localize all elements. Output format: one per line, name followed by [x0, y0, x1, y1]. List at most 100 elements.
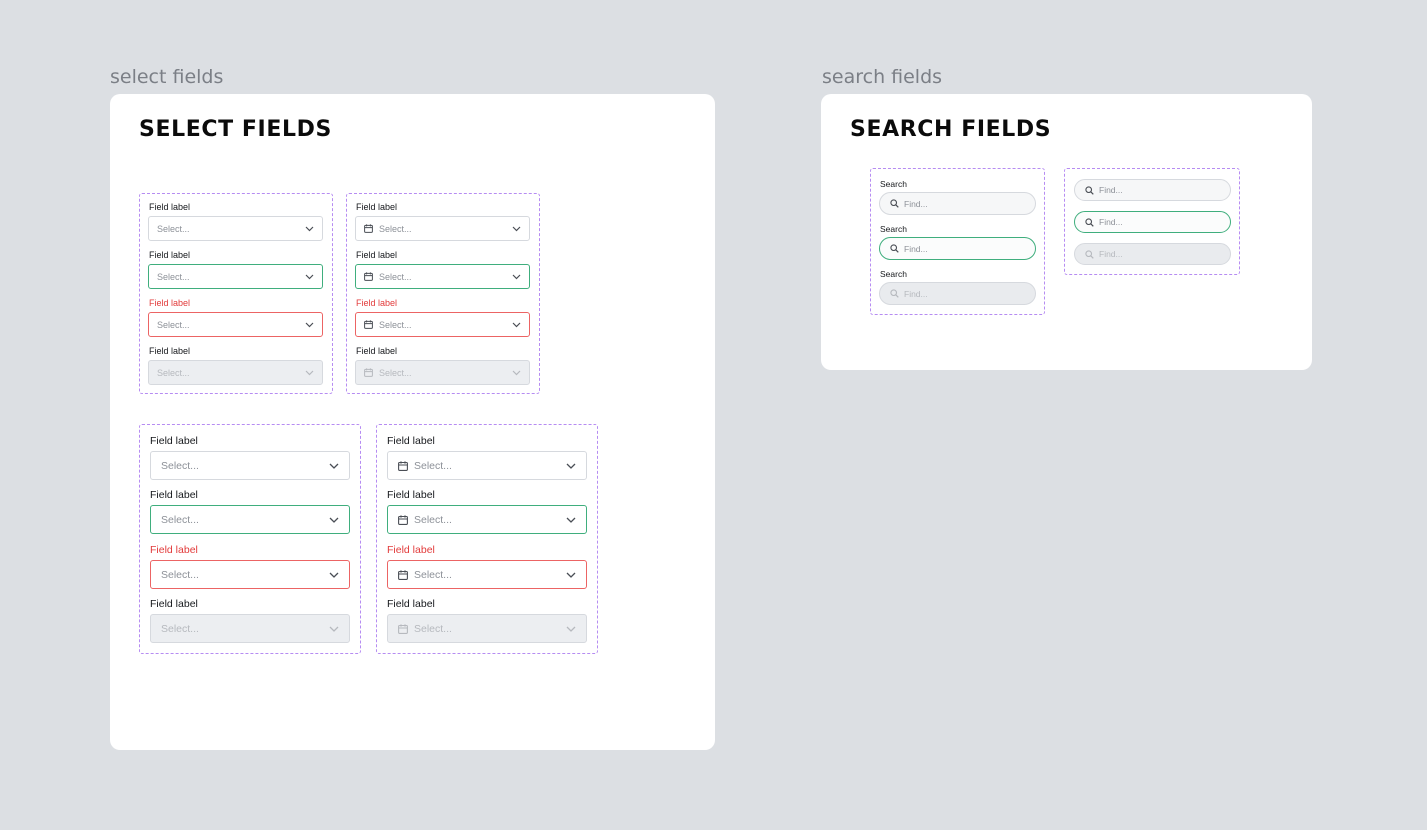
search-input-disabled: Find...: [1074, 243, 1231, 265]
field-label-error: Field label: [356, 298, 398, 308]
search-label: Search: [880, 269, 907, 279]
chevron-down-icon: [566, 626, 576, 632]
date-select-focused[interactable]: Select...: [355, 264, 530, 289]
select-disabled: Select...: [148, 360, 323, 385]
date-select-error[interactable]: Select...: [355, 312, 530, 337]
chevron-down-icon: [305, 274, 314, 280]
field-label: Field label: [356, 250, 398, 260]
calendar-icon: [398, 514, 408, 525]
card-title: SEARCH FIELDS: [850, 117, 1052, 142]
select-placeholder: Select...: [379, 271, 412, 282]
select-placeholder: Select...: [157, 319, 190, 330]
search-icon: [890, 244, 899, 253]
search-input-focused[interactable]: Find...: [879, 237, 1036, 260]
field-label-error: Field label: [149, 298, 191, 308]
date-select-default[interactable]: Select...: [387, 451, 587, 480]
select-placeholder: Select...: [414, 459, 452, 472]
search-placeholder: Find...: [1099, 249, 1123, 259]
calendar-icon: [364, 272, 373, 281]
chevron-down-icon: [329, 517, 339, 523]
field-label-error: Field label: [387, 544, 435, 556]
search-input-default[interactable]: Find...: [879, 192, 1036, 215]
search-fields-card: SEARCH FIELDS Search Find... Search Find…: [821, 94, 1312, 370]
date-select-focused[interactable]: Select...: [387, 505, 587, 534]
search-placeholder: Find...: [904, 288, 928, 299]
select-error[interactable]: Select...: [150, 560, 350, 589]
select-placeholder: Select...: [157, 223, 190, 234]
frame-label-search: search fields: [822, 66, 943, 88]
search-icon: [1085, 249, 1094, 259]
large-select-group-plain: Field label Select... Field label Select…: [139, 424, 361, 654]
select-error[interactable]: Select...: [148, 312, 323, 337]
field-label: Field label: [387, 598, 435, 610]
date-select-disabled: Select...: [387, 614, 587, 643]
large-select-group-date: Field label Select... Field label Select…: [376, 424, 598, 654]
search-placeholder: Find...: [904, 198, 928, 209]
search-placeholder: Find...: [1099, 217, 1123, 227]
chevron-down-icon: [329, 572, 339, 578]
search-label: Search: [880, 224, 907, 234]
chevron-down-icon: [566, 572, 576, 578]
search-placeholder: Find...: [1099, 185, 1123, 195]
select-placeholder: Select...: [379, 367, 412, 378]
select-placeholder: Select...: [379, 319, 412, 330]
search-placeholder: Find...: [904, 243, 928, 254]
date-select-error[interactable]: Select...: [387, 560, 587, 589]
card-title: SELECT FIELDS: [139, 117, 332, 142]
select-focused[interactable]: Select...: [150, 505, 350, 534]
chevron-down-icon: [512, 370, 521, 376]
chevron-down-icon: [329, 626, 339, 632]
select-default[interactable]: Select...: [148, 216, 323, 241]
field-label: Field label: [149, 202, 191, 212]
field-label: Field label: [149, 250, 191, 260]
select-placeholder: Select...: [161, 513, 199, 526]
calendar-icon: [398, 569, 408, 580]
labeled-search-group: Search Find... Search Find... Search Fin…: [870, 168, 1045, 315]
field-label: Field label: [387, 489, 435, 501]
chevron-down-icon: [305, 322, 314, 328]
select-disabled: Select...: [150, 614, 350, 643]
small-select-group-date: Field label Select... Field label Select…: [346, 193, 540, 394]
field-label: Field label: [356, 202, 398, 212]
chevron-down-icon: [329, 463, 339, 469]
calendar-icon: [398, 460, 408, 471]
select-default[interactable]: Select...: [150, 451, 350, 480]
search-input-default[interactable]: Find...: [1074, 179, 1231, 201]
chevron-down-icon: [566, 463, 576, 469]
field-label: Field label: [356, 346, 398, 356]
select-placeholder: Select...: [161, 459, 199, 472]
search-input-focused[interactable]: Find...: [1074, 211, 1231, 233]
field-label: Field label: [149, 346, 191, 356]
calendar-icon: [364, 224, 373, 233]
chevron-down-icon: [305, 370, 314, 376]
search-icon: [1085, 217, 1094, 227]
search-input-disabled: Find...: [879, 282, 1036, 305]
search-icon: [890, 199, 899, 208]
chevron-down-icon: [566, 517, 576, 523]
select-placeholder: Select...: [161, 622, 199, 635]
frame-label-select: select fields: [110, 66, 224, 88]
unlabeled-search-group: Find... Find... Find...: [1064, 168, 1240, 275]
chevron-down-icon: [512, 322, 521, 328]
date-select-disabled: Select...: [355, 360, 530, 385]
field-label: Field label: [150, 489, 198, 501]
chevron-down-icon: [305, 226, 314, 232]
select-placeholder: Select...: [379, 223, 412, 234]
small-select-group-plain: Field label Select... Field label Select…: [139, 193, 333, 394]
search-icon: [1085, 185, 1094, 195]
select-placeholder: Select...: [161, 568, 199, 581]
field-label: Field label: [150, 435, 198, 447]
date-select-default[interactable]: Select...: [355, 216, 530, 241]
select-focused[interactable]: Select...: [148, 264, 323, 289]
calendar-icon: [364, 320, 373, 329]
search-label: Search: [880, 179, 907, 189]
search-icon: [890, 289, 899, 298]
field-label-error: Field label: [150, 544, 198, 556]
chevron-down-icon: [512, 226, 521, 232]
select-placeholder: Select...: [414, 568, 452, 581]
field-label: Field label: [150, 598, 198, 610]
chevron-down-icon: [512, 274, 521, 280]
select-placeholder: Select...: [414, 513, 452, 526]
select-placeholder: Select...: [157, 271, 190, 282]
field-label: Field label: [387, 435, 435, 447]
